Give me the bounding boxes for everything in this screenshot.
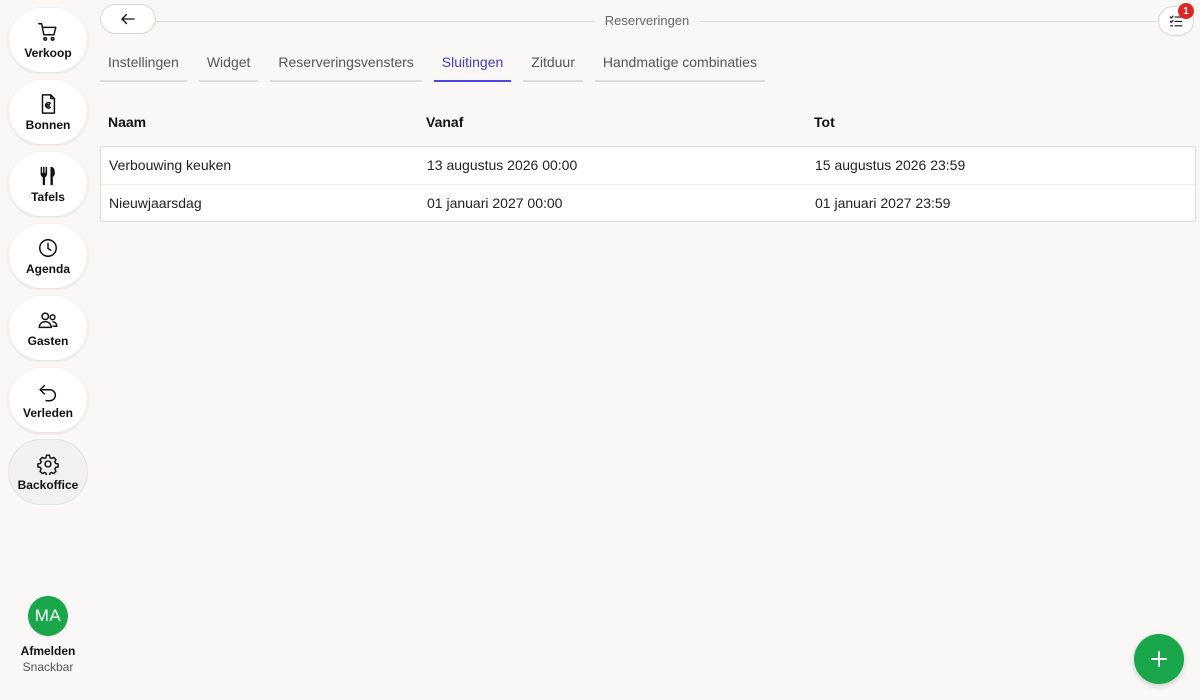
page-header: Reserveringen 1 — [100, 3, 1194, 36]
nav-label: Verleden — [22, 405, 74, 420]
tab-widget[interactable]: Widget — [198, 50, 259, 82]
nav-tafels-button[interactable]: Tafels — [9, 152, 87, 216]
plus-icon — [1149, 649, 1169, 669]
cell-name: Nieuwjaarsdag — [109, 195, 202, 211]
nav-label: Agenda — [25, 261, 70, 276]
tab-reserveringsvensters[interactable]: Reserveringsvensters — [270, 50, 422, 82]
table-row[interactable]: Verbouwing keuken 13 augustus 2026 00:00… — [101, 147, 1195, 184]
tab-handmatige-combinaties[interactable]: Handmatige combinaties — [594, 50, 765, 82]
gear-icon — [37, 453, 59, 475]
tab-instellingen[interactable]: Instellingen — [100, 50, 187, 82]
nav-bonnen-button[interactable]: Bonnen — [9, 80, 87, 144]
table-row[interactable]: Nieuwjaarsdag 01 januari 2027 00:00 01 j… — [101, 184, 1195, 221]
cell-to: 01 januari 2027 23:59 — [815, 195, 951, 211]
column-header-naam: Naam — [108, 114, 147, 130]
users-icon — [37, 309, 59, 331]
tab-sluitingen[interactable]: Sluitingen — [433, 50, 512, 82]
checklist-button[interactable]: 1 — [1158, 3, 1194, 36]
add-closure-button[interactable] — [1134, 634, 1184, 684]
undo-icon — [37, 381, 59, 403]
column-header-tot: Tot — [814, 114, 835, 130]
notification-badge: 1 — [1178, 3, 1194, 19]
tab-zitduur[interactable]: Zitduur — [523, 50, 583, 82]
nav-label: Verkoop — [24, 45, 72, 60]
arrow-left-icon — [119, 10, 137, 28]
receipt-euro-icon — [37, 93, 59, 115]
tab-bar: Instellingen Widget Reserveringsvensters… — [100, 50, 777, 82]
nav-verleden-button[interactable]: Verleden — [9, 368, 87, 432]
logout-link[interactable]: Afmelden — [0, 644, 96, 658]
back-button[interactable] — [100, 4, 156, 34]
nav-label: Backoffice — [17, 477, 79, 492]
venue-name: Snackbar — [22, 660, 74, 674]
nav-verkoop-button[interactable]: Verkoop — [9, 8, 87, 72]
clock-icon — [37, 237, 59, 259]
cell-to: 15 augustus 2026 23:59 — [815, 157, 966, 173]
cell-name: Verbouwing keuken — [109, 157, 232, 173]
nav-agenda-button[interactable]: Agenda — [9, 224, 87, 288]
nav-label: Tafels — [31, 189, 65, 204]
nav-gasten-button[interactable]: Gasten — [9, 296, 87, 360]
cart-icon — [37, 21, 59, 43]
column-header-vanaf: Vanaf — [426, 114, 464, 130]
page-title: Reserveringen — [594, 13, 700, 28]
closures-table: Verbouwing keuken 13 augustus 2026 00:00… — [100, 146, 1196, 222]
avatar[interactable]: MA — [28, 596, 68, 636]
cell-from: 13 augustus 2026 00:00 — [427, 157, 578, 173]
sidebar: Verkoop Bonnen Tafels Agenda Gasten Verl… — [0, 0, 96, 700]
cutlery-icon — [37, 165, 59, 187]
app: Verkoop Bonnen Tafels Agenda Gasten Verl… — [0, 0, 1200, 700]
user-profile: MA Afmelden Snackbar — [0, 596, 96, 674]
table-header: Naam Vanaf Tot — [100, 110, 1196, 134]
nav-label: Gasten — [27, 333, 69, 348]
nav-backoffice-button[interactable]: Backoffice — [9, 440, 87, 504]
cell-from: 01 januari 2027 00:00 — [427, 195, 563, 211]
nav-label: Bonnen — [25, 117, 71, 132]
